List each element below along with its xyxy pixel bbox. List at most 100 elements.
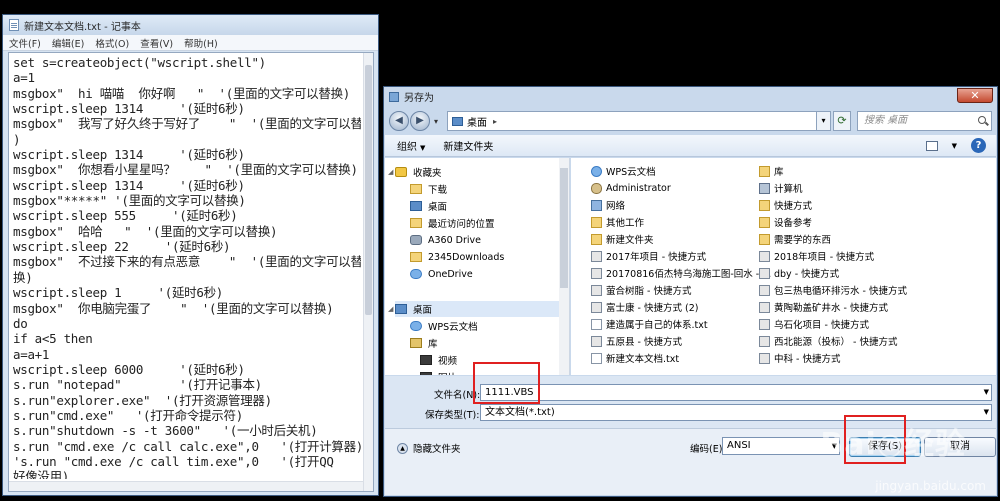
nav-scrollbar[interactable] [559, 158, 569, 375]
hide-folders-toggle[interactable]: ▲ 隐藏文件夹 [397, 441, 461, 455]
file-item[interactable]: 富士康 - 快捷方式 (2) [591, 299, 698, 315]
shortcut-icon [591, 250, 602, 262]
address-bar[interactable]: 桌面 ▸ [447, 111, 817, 131]
file-item[interactable]: dby - 快捷方式 [759, 265, 839, 281]
dialog-title: 另存为 [404, 93, 434, 104]
file-item[interactable]: 库 [759, 163, 784, 179]
help-icon[interactable]: ? [971, 138, 986, 153]
file-item[interactable]: 中科 - 快捷方式 [759, 350, 840, 366]
organize-button[interactable]: 组织 ▼ [397, 138, 425, 153]
nav-pictures[interactable]: 图片 [420, 369, 457, 375]
view-options-icon[interactable] [925, 140, 938, 151]
file-item[interactable]: 快捷方式 [759, 197, 812, 213]
editor-line: msgbox" hi 喵喵 你好啊 " '(里面的文字可以替换) [13, 85, 350, 101]
editor-line: wscript.sleep 6000 '(延时6秒) [13, 361, 245, 377]
new-folder-button[interactable]: 新建文件夹 [443, 138, 493, 153]
cloud-icon [591, 165, 602, 177]
file-item[interactable]: 包三热电循环排污水 - 快捷方式 [759, 282, 907, 298]
search-placeholder: 搜索 桌面 [864, 115, 908, 126]
editor-text[interactable]: set s=createobject("wscript.shell") a=1 ms… [13, 55, 361, 479]
nav-onedrive[interactable]: OneDrive [410, 266, 473, 282]
notepad-title: 新建文本文档.txt - 记事本 [24, 21, 141, 33]
view-dropdown-icon[interactable]: ▼ [952, 142, 957, 150]
horizontal-scrollbar[interactable] [9, 481, 363, 491]
refresh-button[interactable]: ⟳ [833, 111, 851, 131]
menu-help[interactable]: 帮助(H) [184, 36, 218, 50]
nav-wps-cloud[interactable]: WPS云文档 [410, 318, 478, 334]
baidu-watermark-url: jingyan.baidu.com [875, 479, 986, 493]
nav-recent[interactable]: 最近访问的位置 [410, 215, 495, 231]
file-item[interactable]: 黄陶勒盖矿井水 - 快捷方式 [759, 299, 888, 315]
file-item[interactable]: 2018年项目 - 快捷方式 [759, 248, 874, 264]
file-list[interactable]: WPS云文档 Administrator 网络 其他工作 新建文件夹 2017年… [571, 158, 996, 375]
nav-library[interactable]: 库 [410, 335, 438, 351]
filetype-label: 保存类型(T): [425, 410, 480, 421]
nav-videos[interactable]: 视频 [420, 352, 457, 368]
nav-downloads[interactable]: 下载 [410, 181, 447, 197]
notepad-window: 新建文本文档.txt - 记事本 文件(F) 编辑(E) 格式(O) 查看(V)… [2, 14, 379, 496]
vertical-scrollbar[interactable] [363, 53, 373, 491]
folder-icon [759, 199, 770, 211]
navigation-pane[interactable]: ◢ 收藏夹 下载 桌面 最近访问的位置 A360 Drive 2345Downlo… [385, 158, 570, 375]
nav-a360[interactable]: A360 Drive [410, 232, 481, 248]
history-dropdown[interactable]: ▾ [431, 117, 441, 126]
folder-icon [759, 216, 770, 228]
menu-file[interactable]: 文件(F) [9, 36, 41, 50]
file-item[interactable]: 需要学的东西 [759, 231, 831, 247]
close-button[interactable]: ✕ [957, 88, 993, 103]
file-item[interactable]: 乌石化项目 - 快捷方式 [759, 316, 869, 332]
chevron-right-icon[interactable]: ▸ [493, 117, 497, 126]
video-icon [420, 355, 432, 365]
file-item[interactable]: WPS云文档 [591, 163, 656, 179]
editor-line: set s=createobject("wscript.shell") [13, 55, 266, 70]
editor-line: msgbox" 你想看小星星吗？ " '(里面的文字可以替换) [13, 162, 358, 178]
file-item[interactable]: 萤合树脂 - 快捷方式 [591, 282, 691, 298]
shortcut-icon [759, 267, 770, 279]
network-icon [591, 199, 602, 211]
collapse-icon: ▲ [397, 442, 408, 454]
forward-button[interactable]: ▶ [410, 111, 430, 131]
editor-line: wscript.sleep 1314 '(延时6秒) [13, 147, 245, 163]
menu-edit[interactable]: 编辑(E) [52, 36, 84, 50]
nav-desktop[interactable]: 桌面 [410, 198, 447, 214]
editor-line: msgbox" 不过接下来的有点恶意 " '(里面的文字可以替 [13, 254, 361, 270]
file-item[interactable]: 其他工作 [591, 214, 644, 230]
file-item[interactable]: Administrator [591, 180, 671, 196]
file-item[interactable]: 五原县 - 快捷方式 [591, 333, 682, 349]
file-item[interactable]: 2017年项目 - 快捷方式 [591, 248, 706, 264]
editor-line: 换) [13, 269, 33, 285]
editor-line: a=1 [13, 70, 35, 86]
text-file-icon [591, 352, 602, 364]
chevron-down-icon[interactable]: ▼ [984, 405, 989, 420]
folder-icon [591, 233, 602, 245]
menu-format[interactable]: 格式(O) [95, 36, 129, 50]
address-row: ◀ ▶ ▾ 桌面 ▸ ▾ ⟳ 搜索 桌面 [389, 109, 992, 133]
search-input[interactable]: 搜索 桌面 [857, 111, 992, 131]
editor-line: s.run"shutdown -s -t 3600" '(一小时后关机) [13, 423, 318, 439]
shortcut-icon [759, 250, 770, 262]
shortcut-icon [591, 267, 602, 279]
notepad-editor[interactable]: set s=createobject("wscript.shell") a=1 ms… [8, 52, 374, 492]
file-item[interactable]: 设备参考 [759, 214, 812, 230]
picture-icon [420, 372, 432, 375]
editor-line: msgbox"*****" '(里面的文字可以替换) [13, 193, 246, 209]
shortcut-icon [591, 335, 602, 347]
drive-icon [410, 235, 422, 245]
chevron-down-icon[interactable]: ▼ [984, 385, 989, 400]
menu-view[interactable]: 查看(V) [140, 36, 173, 50]
notepad-titlebar[interactable]: 新建文本文档.txt - 记事本 [3, 15, 378, 35]
file-item[interactable]: 西北能源（投标） - 快捷方式 [759, 333, 897, 349]
nav-2345downloads[interactable]: 2345Downloads [410, 249, 504, 265]
nav-desktop-root[interactable]: ◢ 桌面 [388, 301, 565, 317]
file-item[interactable]: 网络 [591, 197, 625, 213]
file-item[interactable]: 新建文本文档.txt [591, 350, 679, 366]
file-item[interactable]: 20170816佰杰特乌海施工图-回水 - ... [591, 265, 771, 281]
file-item[interactable]: 计算机 [759, 180, 803, 196]
filename-input[interactable]: 1111.VBS ▼ [480, 384, 992, 401]
file-item[interactable]: 新建文件夹 [591, 231, 654, 247]
back-button[interactable]: ◀ [389, 111, 409, 131]
file-item[interactable]: 建造属于自己的体系.txt [591, 316, 708, 332]
nav-favorites[interactable]: ◢ 收藏夹 [388, 164, 442, 180]
address-dropdown[interactable]: ▾ [817, 111, 831, 131]
dialog-titlebar[interactable]: 另存为 [384, 87, 997, 106]
